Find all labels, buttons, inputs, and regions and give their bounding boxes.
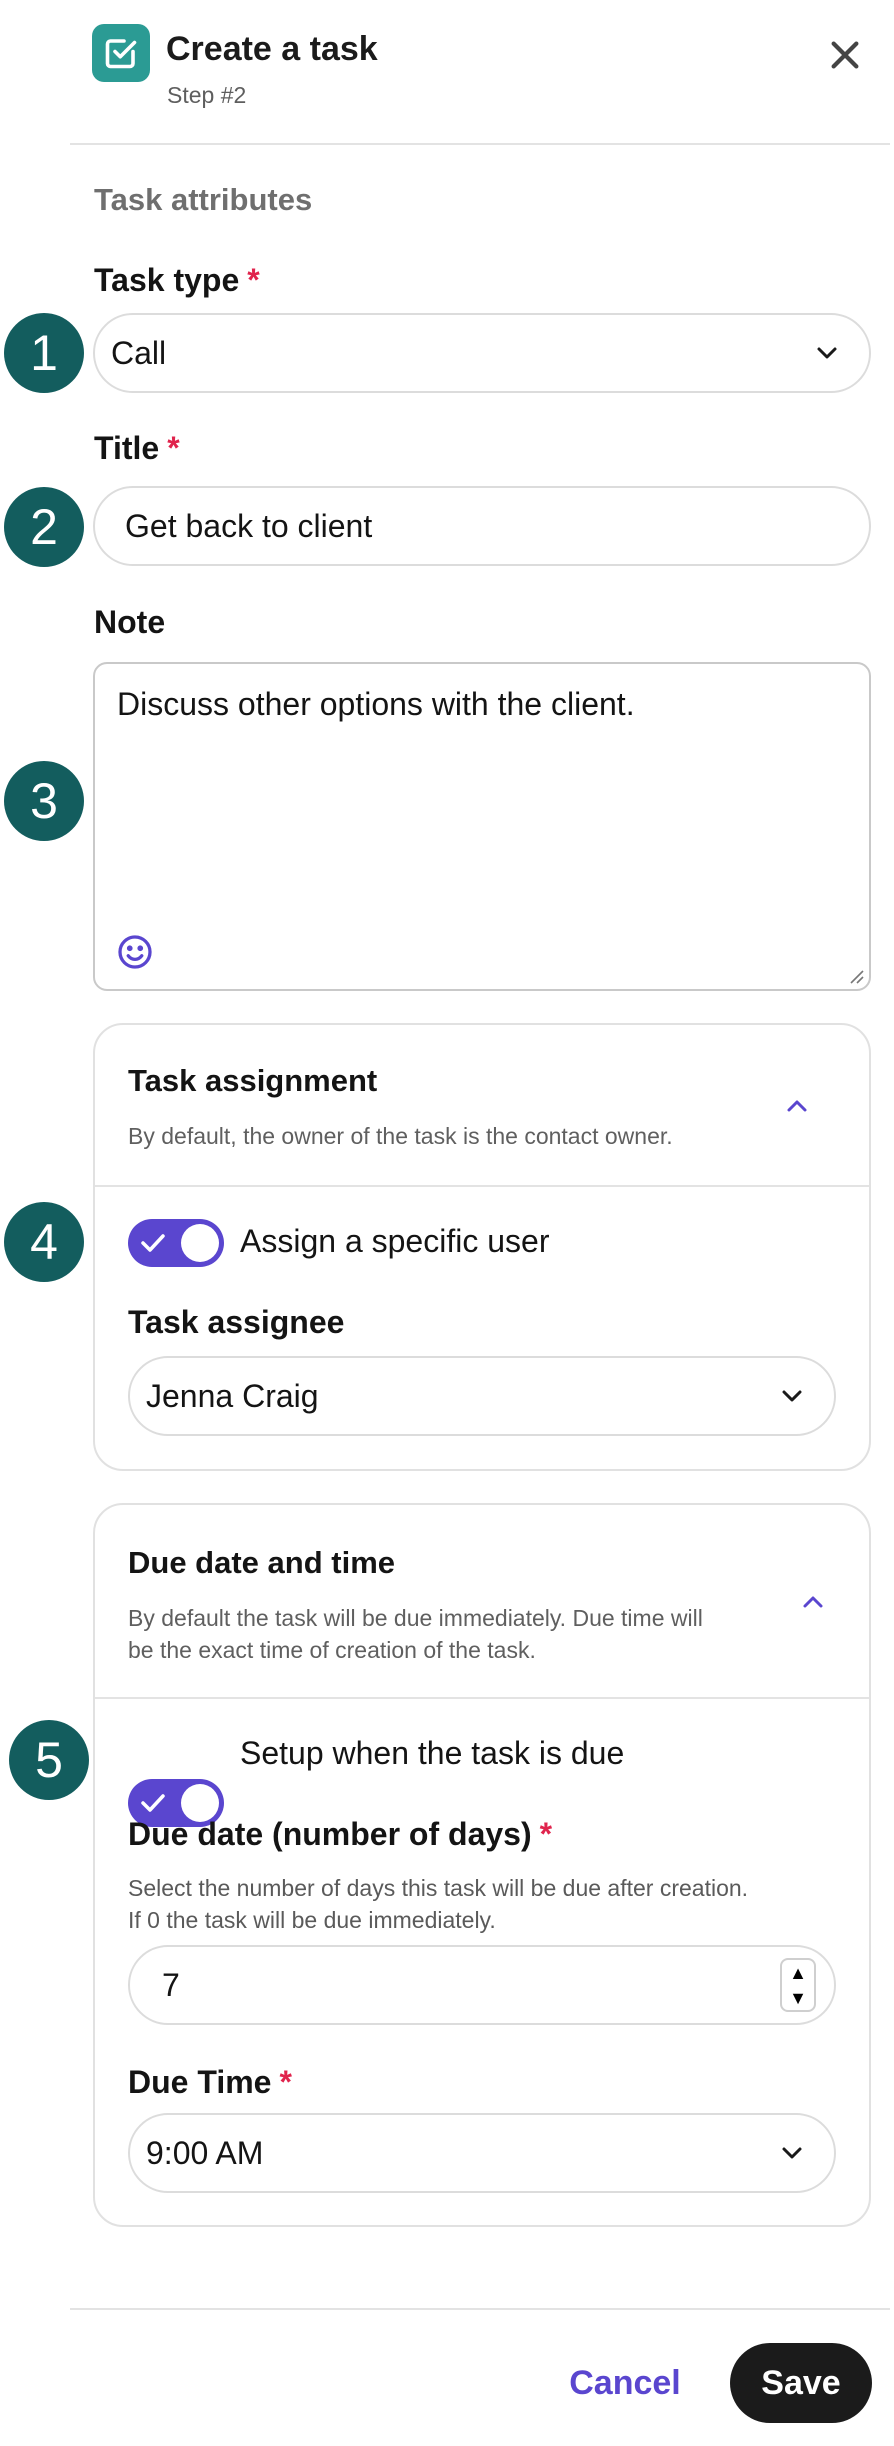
due-days-input[interactable]: 7 ▲ ▼	[128, 1945, 836, 2025]
due-days-value: 7	[162, 1966, 180, 2003]
due-date-description: By default the task will be due immediat…	[128, 1605, 703, 1663]
step-badge-4: 4	[4, 1202, 84, 1282]
due-days-label: Due date (number of days) *	[128, 1816, 553, 1852]
check-icon	[141, 1234, 165, 1252]
due-setup-label: Setup when the task is due	[240, 1735, 625, 1771]
title-label: Title *	[94, 430, 180, 466]
close-icon	[831, 41, 859, 69]
required-mark: *	[279, 2064, 292, 2100]
task-assignment-description: By default, the owner of the task is the…	[128, 1123, 673, 1149]
cancel-button[interactable]: Cancel	[560, 2350, 690, 2416]
chevron-up-icon	[787, 1100, 807, 1112]
required-mark: *	[539, 1816, 553, 1852]
card-divider	[95, 1697, 869, 1699]
resize-handle-icon[interactable]	[847, 967, 865, 985]
task-assignee-value: Jenna Craig	[146, 1377, 319, 1414]
step-badge-3: 3	[4, 761, 84, 841]
step-indicator: Step #2	[167, 82, 247, 108]
due-time-label: Due Time *	[128, 2064, 292, 2100]
step-badge-1: 1	[4, 313, 84, 393]
task-check-icon	[92, 24, 150, 82]
collapse-button[interactable]	[793, 1586, 833, 1618]
chevron-up-icon	[803, 1596, 823, 1608]
title-input[interactable]: Get back to client	[93, 486, 871, 566]
required-mark: *	[167, 430, 180, 466]
toggle-knob	[181, 1224, 219, 1262]
assign-user-label: Assign a specific user	[240, 1223, 550, 1259]
check-icon	[141, 1794, 165, 1812]
stepper-down-icon[interactable]: ▼	[789, 1989, 807, 2007]
number-stepper[interactable]: ▲ ▼	[780, 1958, 816, 2012]
chevron-down-icon	[772, 1376, 812, 1416]
close-button[interactable]	[816, 26, 874, 84]
note-textarea[interactable]: Discuss other options with the client.	[93, 662, 871, 991]
due-days-help: Select the number of days this task will…	[128, 1875, 749, 1933]
task-type-label: Task type *	[94, 262, 260, 298]
save-button[interactable]: Save	[730, 2343, 872, 2423]
task-type-select[interactable]: Call	[93, 313, 871, 393]
step-badge-5: 5	[9, 1720, 89, 1800]
task-type-value: Call	[111, 334, 167, 371]
footer-divider	[70, 2308, 890, 2310]
title-input-value: Get back to client	[125, 507, 373, 544]
due-date-title: Due date and time	[128, 1545, 395, 1580]
section-title: Task attributes	[94, 182, 313, 217]
stepper-up-icon[interactable]: ▲	[789, 1964, 807, 1982]
header-divider	[70, 143, 890, 145]
emoji-icon[interactable]	[117, 934, 153, 970]
due-time-value: 9:00 AM	[146, 2134, 264, 2171]
card-divider	[95, 1185, 869, 1187]
collapse-button[interactable]	[777, 1090, 817, 1122]
due-time-select[interactable]: 9:00 AM	[128, 2113, 836, 2193]
task-assignee-label: Task assignee	[128, 1304, 345, 1340]
step-badge-2: 2	[4, 487, 84, 567]
note-label: Note	[94, 604, 166, 640]
task-assignee-select[interactable]: Jenna Craig	[128, 1356, 836, 1436]
required-mark: *	[247, 262, 260, 298]
note-text: Discuss other options with the client.	[117, 686, 635, 722]
page-title: Create a task	[166, 30, 378, 68]
assign-user-toggle[interactable]	[128, 1219, 224, 1267]
chevron-down-icon	[807, 333, 847, 373]
chevron-down-icon	[772, 2133, 812, 2173]
task-assignment-title: Task assignment	[128, 1063, 378, 1098]
